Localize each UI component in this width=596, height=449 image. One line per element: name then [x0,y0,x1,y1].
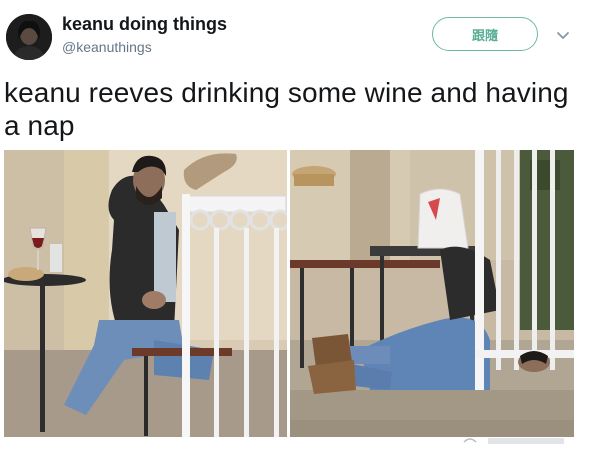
follow-button[interactable]: 跟隨 [432,17,538,51]
follow-button-label: 跟隨 [471,27,498,43]
photo-taking-nap[interactable] [290,150,574,437]
display-name[interactable]: keanu doing things [62,14,227,35]
watermark [462,436,572,449]
chevron-down-icon[interactable] [554,26,572,44]
tweet-media[interactable] [4,150,574,437]
user-handle[interactable]: @keanuthings [62,39,152,55]
tweet-text: keanu reeves drinking some wine and havi… [4,77,569,141]
avatar[interactable] [6,14,52,60]
tweet-header: keanu doing things @keanuthings 跟隨 [0,0,596,70]
photo-drinking-wine[interactable] [4,150,291,437]
